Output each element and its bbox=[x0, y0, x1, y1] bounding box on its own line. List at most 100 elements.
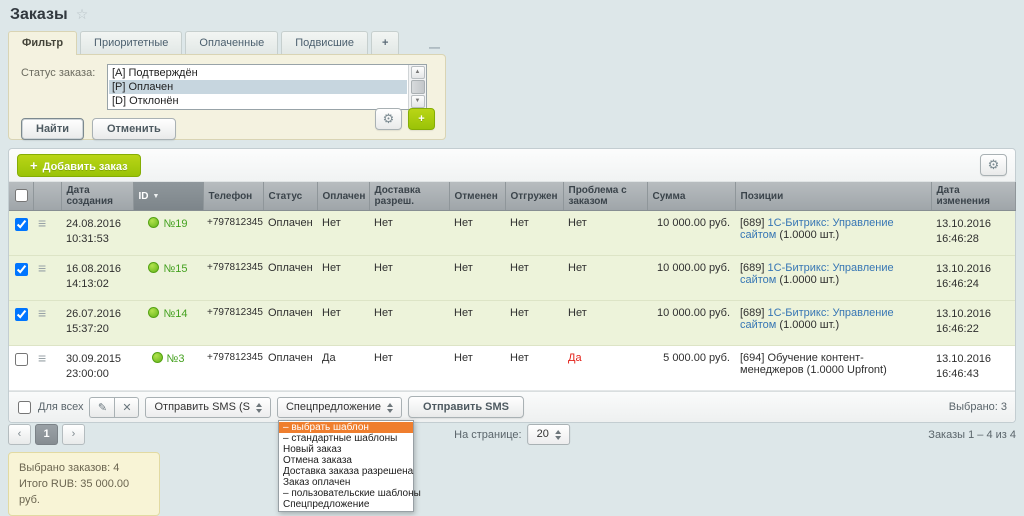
next-page-button[interactable]: › bbox=[62, 424, 85, 445]
status-option-paid[interactable]: [P] Оплачен bbox=[109, 80, 407, 94]
cancel-button[interactable]: Отменить bbox=[92, 118, 176, 140]
selected-count: Выбрано: 3 bbox=[949, 401, 1007, 413]
column-header-created[interactable]: Дата создания bbox=[61, 182, 133, 211]
dropdown-item[interactable]: Заказ оплачен bbox=[279, 477, 413, 488]
row-checkbox[interactable] bbox=[15, 308, 28, 321]
favorite-star-icon[interactable]: ☆ bbox=[76, 6, 89, 22]
column-header-delivery[interactable]: Доставка разреш. bbox=[369, 182, 449, 211]
add-tab-button[interactable]: + bbox=[371, 31, 399, 54]
created-date: 26.07.2016 bbox=[66, 307, 128, 322]
column-header-sum[interactable]: Сумма bbox=[647, 182, 735, 211]
cell-shipped: Нет bbox=[505, 346, 563, 391]
edit-selected-button[interactable]: ✎ bbox=[89, 397, 114, 418]
add-order-button[interactable]: +Добавить заказ bbox=[17, 154, 141, 177]
group-action-value: Отправить SMS (S bbox=[154, 401, 250, 413]
status-dot-icon bbox=[148, 307, 159, 318]
summary-selected-count: Выбрано заказов: 4 bbox=[19, 460, 149, 476]
modified-date: 13.10.2016 bbox=[936, 307, 1010, 322]
cell-menu: ≡ bbox=[33, 346, 61, 391]
chevron-left-icon: ‹ bbox=[18, 428, 22, 440]
cell-canceled: Нет bbox=[449, 346, 505, 391]
find-button[interactable]: Найти bbox=[21, 118, 84, 140]
scroll-down-icon[interactable]: ▼ bbox=[411, 95, 425, 108]
row-menu-icon[interactable]: ≡ bbox=[38, 305, 46, 321]
created-time: 15:37:20 bbox=[66, 322, 128, 337]
column-header-status[interactable]: Статус bbox=[263, 182, 317, 211]
column-header-canceled[interactable]: Отменен bbox=[449, 182, 505, 211]
table-row[interactable]: ≡ 26.07.201615:37:20 №14 +79781234567 Оп… bbox=[9, 301, 1015, 346]
records-range: Заказы 1 – 4 из 4 bbox=[928, 429, 1016, 441]
filter-settings-button[interactable]: ⚙ bbox=[375, 108, 402, 130]
row-menu-icon[interactable]: ≡ bbox=[38, 260, 46, 276]
cell-check bbox=[9, 211, 33, 256]
select-all-checkbox[interactable] bbox=[15, 189, 28, 202]
column-header-shipped[interactable]: Отгружен bbox=[505, 182, 563, 211]
column-header-id[interactable]: ID▼ bbox=[133, 182, 203, 211]
column-header-paid[interactable]: Оплачен bbox=[317, 182, 369, 211]
status-option-confirmed[interactable]: [A] Подтверждён bbox=[109, 66, 407, 80]
status-option-declined[interactable]: [D] Отклонён bbox=[109, 94, 407, 108]
grid-settings-button[interactable]: ⚙ bbox=[980, 154, 1007, 176]
tab-paid[interactable]: Оплаченные bbox=[185, 31, 278, 54]
tab-priority[interactable]: Приоритетные bbox=[80, 31, 182, 54]
cell-canceled: Нет bbox=[449, 211, 505, 256]
created-date: 30.09.2015 bbox=[66, 352, 128, 367]
row-menu-icon[interactable]: ≡ bbox=[38, 215, 46, 231]
prev-page-button[interactable]: ‹ bbox=[8, 424, 31, 445]
order-number: №19 bbox=[163, 218, 187, 230]
table-header-row: Дата создания ID▼ Телефон Статус Оплачен… bbox=[9, 182, 1015, 211]
tab-filter[interactable]: Фильтр bbox=[8, 31, 77, 55]
status-dot-icon bbox=[148, 262, 159, 273]
send-sms-button[interactable]: Отправить SMS bbox=[408, 396, 524, 418]
modified-time: 16:46:28 bbox=[936, 232, 1010, 247]
scroll-up-icon[interactable]: ▲ bbox=[411, 66, 425, 79]
dropdown-item[interactable]: Отмена заказа bbox=[279, 455, 413, 466]
modified-time: 16:46:43 bbox=[936, 367, 1010, 382]
dropdown-item[interactable]: Доставка заказа разрешена bbox=[279, 466, 413, 477]
row-checkbox[interactable] bbox=[15, 353, 28, 366]
tab-pending[interactable]: Подвисшие bbox=[281, 31, 368, 54]
listbox-scrollbar[interactable]: ▲ ▼ bbox=[408, 65, 426, 109]
dropdown-item[interactable]: – выбрать шаблон bbox=[279, 422, 413, 433]
dropdown-item[interactable]: – пользовательские шаблоны bbox=[279, 488, 413, 499]
per-page-select[interactable]: 20 bbox=[528, 424, 570, 445]
table-row[interactable]: ≡ 30.09.201523:00:00 №3 +79781234567 Опл… bbox=[9, 346, 1015, 391]
grid-toolbar: +Добавить заказ ⚙ bbox=[9, 149, 1015, 182]
add-order-label: Добавить заказ bbox=[43, 161, 128, 173]
created-time: 14:13:02 bbox=[66, 277, 128, 292]
column-header-positions[interactable]: Позиции bbox=[735, 182, 931, 211]
row-checkbox[interactable] bbox=[15, 218, 28, 231]
row-menu-icon[interactable]: ≡ bbox=[38, 350, 46, 366]
modified-time: 16:46:22 bbox=[936, 322, 1010, 337]
column-header-modified[interactable]: Дата изменения bbox=[931, 182, 1015, 211]
cell-delivery: Нет bbox=[369, 211, 449, 256]
group-action-select[interactable]: Отправить SMS (S bbox=[145, 397, 271, 418]
column-header-problem[interactable]: Проблема с заказом bbox=[563, 182, 647, 211]
dropdown-item[interactable]: – стандартные шаблоны bbox=[279, 433, 413, 444]
scrollbar-thumb[interactable] bbox=[411, 80, 425, 94]
cell-id: №19 bbox=[133, 211, 203, 256]
cell-check bbox=[9, 256, 33, 301]
dropdown-item[interactable]: Спецпредложение bbox=[279, 499, 413, 510]
column-header-phone[interactable]: Телефон bbox=[203, 182, 263, 211]
delete-selected-button[interactable]: ✕ bbox=[114, 397, 139, 418]
for-all-checkbox[interactable] bbox=[18, 401, 31, 414]
status-filter-listbox[interactable]: [A] Подтверждён [P] Оплачен [D] Отклонён… bbox=[107, 64, 427, 110]
filter-add-field-button[interactable]: + bbox=[408, 108, 435, 130]
dropdown-item[interactable]: Новый заказ bbox=[279, 444, 413, 455]
cell-positions: [689] 1С-Битрикс: Управление сайтом (1.0… bbox=[735, 256, 931, 301]
plus-icon: + bbox=[418, 113, 424, 125]
cell-shipped: Нет bbox=[505, 211, 563, 256]
table-row[interactable]: ≡ 24.08.201610:31:53 №19 +79781234567 Оп… bbox=[9, 211, 1015, 256]
position-qty: (1.0000 шт.) bbox=[779, 319, 839, 331]
filter-collapse-button[interactable]: — bbox=[423, 42, 446, 54]
current-page-button[interactable]: 1 bbox=[35, 424, 58, 445]
id-header-label: ID bbox=[139, 191, 149, 202]
table-row[interactable]: ≡ 16.08.201614:13:02 №15 +79781234567 Оп… bbox=[9, 256, 1015, 301]
sms-template-select[interactable]: Спецпредложение – выбрать шаблон – станд… bbox=[277, 397, 402, 418]
row-checkbox[interactable] bbox=[15, 263, 28, 276]
for-all-label: Для всех bbox=[38, 401, 83, 413]
position-code: [689] bbox=[740, 307, 764, 319]
cell-created: 30.09.201523:00:00 bbox=[61, 346, 133, 391]
position-qty: (1.0000 шт.) bbox=[779, 229, 839, 241]
